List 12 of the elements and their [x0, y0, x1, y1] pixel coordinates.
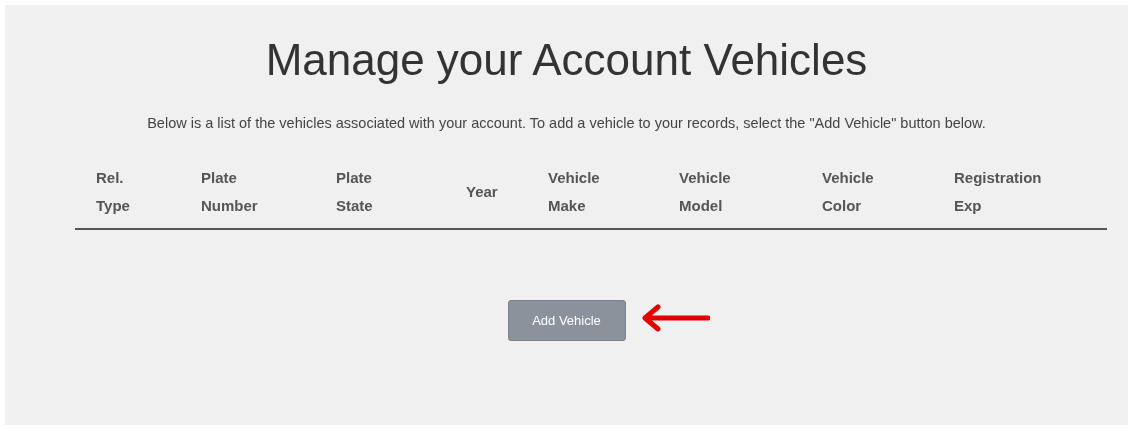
column-header: Registration Exp	[954, 168, 1042, 216]
add-vehicle-button[interactable]: Add Vehicle	[507, 300, 626, 341]
intro-text: Below is a list of the vehicles associated with your account. To add a vehicle to your records, select the "Add Vehicle" button below.	[146, 114, 987, 133]
column-header: Vehicle Model	[679, 168, 731, 216]
column-header: Year	[466, 182, 498, 202]
column-header: Vehicle Color	[822, 168, 874, 216]
column-header: Plate Number	[201, 168, 258, 216]
page-title: Manage your Account Vehicles	[265, 35, 868, 85]
column-header: Plate State	[336, 168, 373, 216]
arrow-icon	[639, 304, 710, 332]
column-header: Rel. Type	[96, 168, 130, 216]
column-header: Vehicle Make	[548, 168, 600, 216]
